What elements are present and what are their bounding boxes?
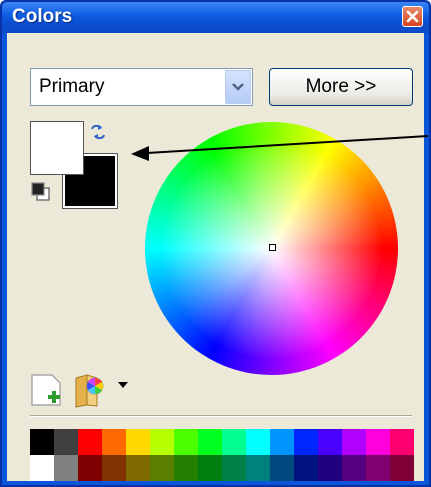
palette-swatch[interactable] (102, 455, 126, 481)
window-client-area: Primary More >> (7, 33, 428, 481)
palette-swatch[interactable] (366, 455, 390, 481)
palette-swatch[interactable] (126, 429, 150, 455)
palette-swatch[interactable] (318, 429, 342, 455)
colors-window: Colors Primary More >> (0, 0, 431, 487)
palette-swatch[interactable] (150, 429, 174, 455)
title-bar[interactable]: Colors (2, 2, 429, 33)
palette-swatch[interactable] (126, 455, 150, 481)
menu-dropdown-icon[interactable] (117, 381, 129, 389)
palette-swatch[interactable] (366, 429, 390, 455)
palette-swatch[interactable] (222, 429, 246, 455)
palette-swatch[interactable] (270, 455, 294, 481)
palette-swatch[interactable] (246, 455, 270, 481)
palette-swatch[interactable] (174, 455, 198, 481)
palette-swatch[interactable] (174, 429, 198, 455)
palette-swatch[interactable] (294, 455, 318, 481)
palette-swatch[interactable] (246, 429, 270, 455)
palette-swatch[interactable] (30, 455, 54, 481)
palette-swatch[interactable] (390, 429, 414, 455)
color-palette (30, 429, 414, 481)
palette-swatch[interactable] (78, 429, 102, 455)
close-button[interactable] (402, 6, 423, 27)
palette-swatch[interactable] (198, 429, 222, 455)
palette-swatch[interactable] (294, 429, 318, 455)
primary-color-swatch[interactable] (30, 121, 84, 175)
palette-swatch[interactable] (270, 429, 294, 455)
palette-swatch[interactable] (342, 429, 366, 455)
palette-swatch[interactable] (102, 429, 126, 455)
palette-swatch[interactable] (54, 455, 78, 481)
palette-swatch[interactable] (54, 429, 78, 455)
add-color-icon[interactable] (30, 373, 64, 409)
palette-swatch[interactable] (390, 455, 414, 481)
palette-swatch[interactable] (30, 429, 54, 455)
palette-swatch[interactable] (222, 455, 246, 481)
palette-icon[interactable] (73, 373, 107, 409)
window-title: Colors (12, 6, 73, 27)
annotation-arrow (131, 135, 428, 161)
separator (30, 415, 412, 417)
palette-swatch[interactable] (342, 455, 366, 481)
close-icon (406, 10, 419, 23)
palette-swatch[interactable] (150, 455, 174, 481)
palette-swatch[interactable] (318, 455, 342, 481)
palette-swatch[interactable] (198, 455, 222, 481)
palette-swatch[interactable] (78, 455, 102, 481)
